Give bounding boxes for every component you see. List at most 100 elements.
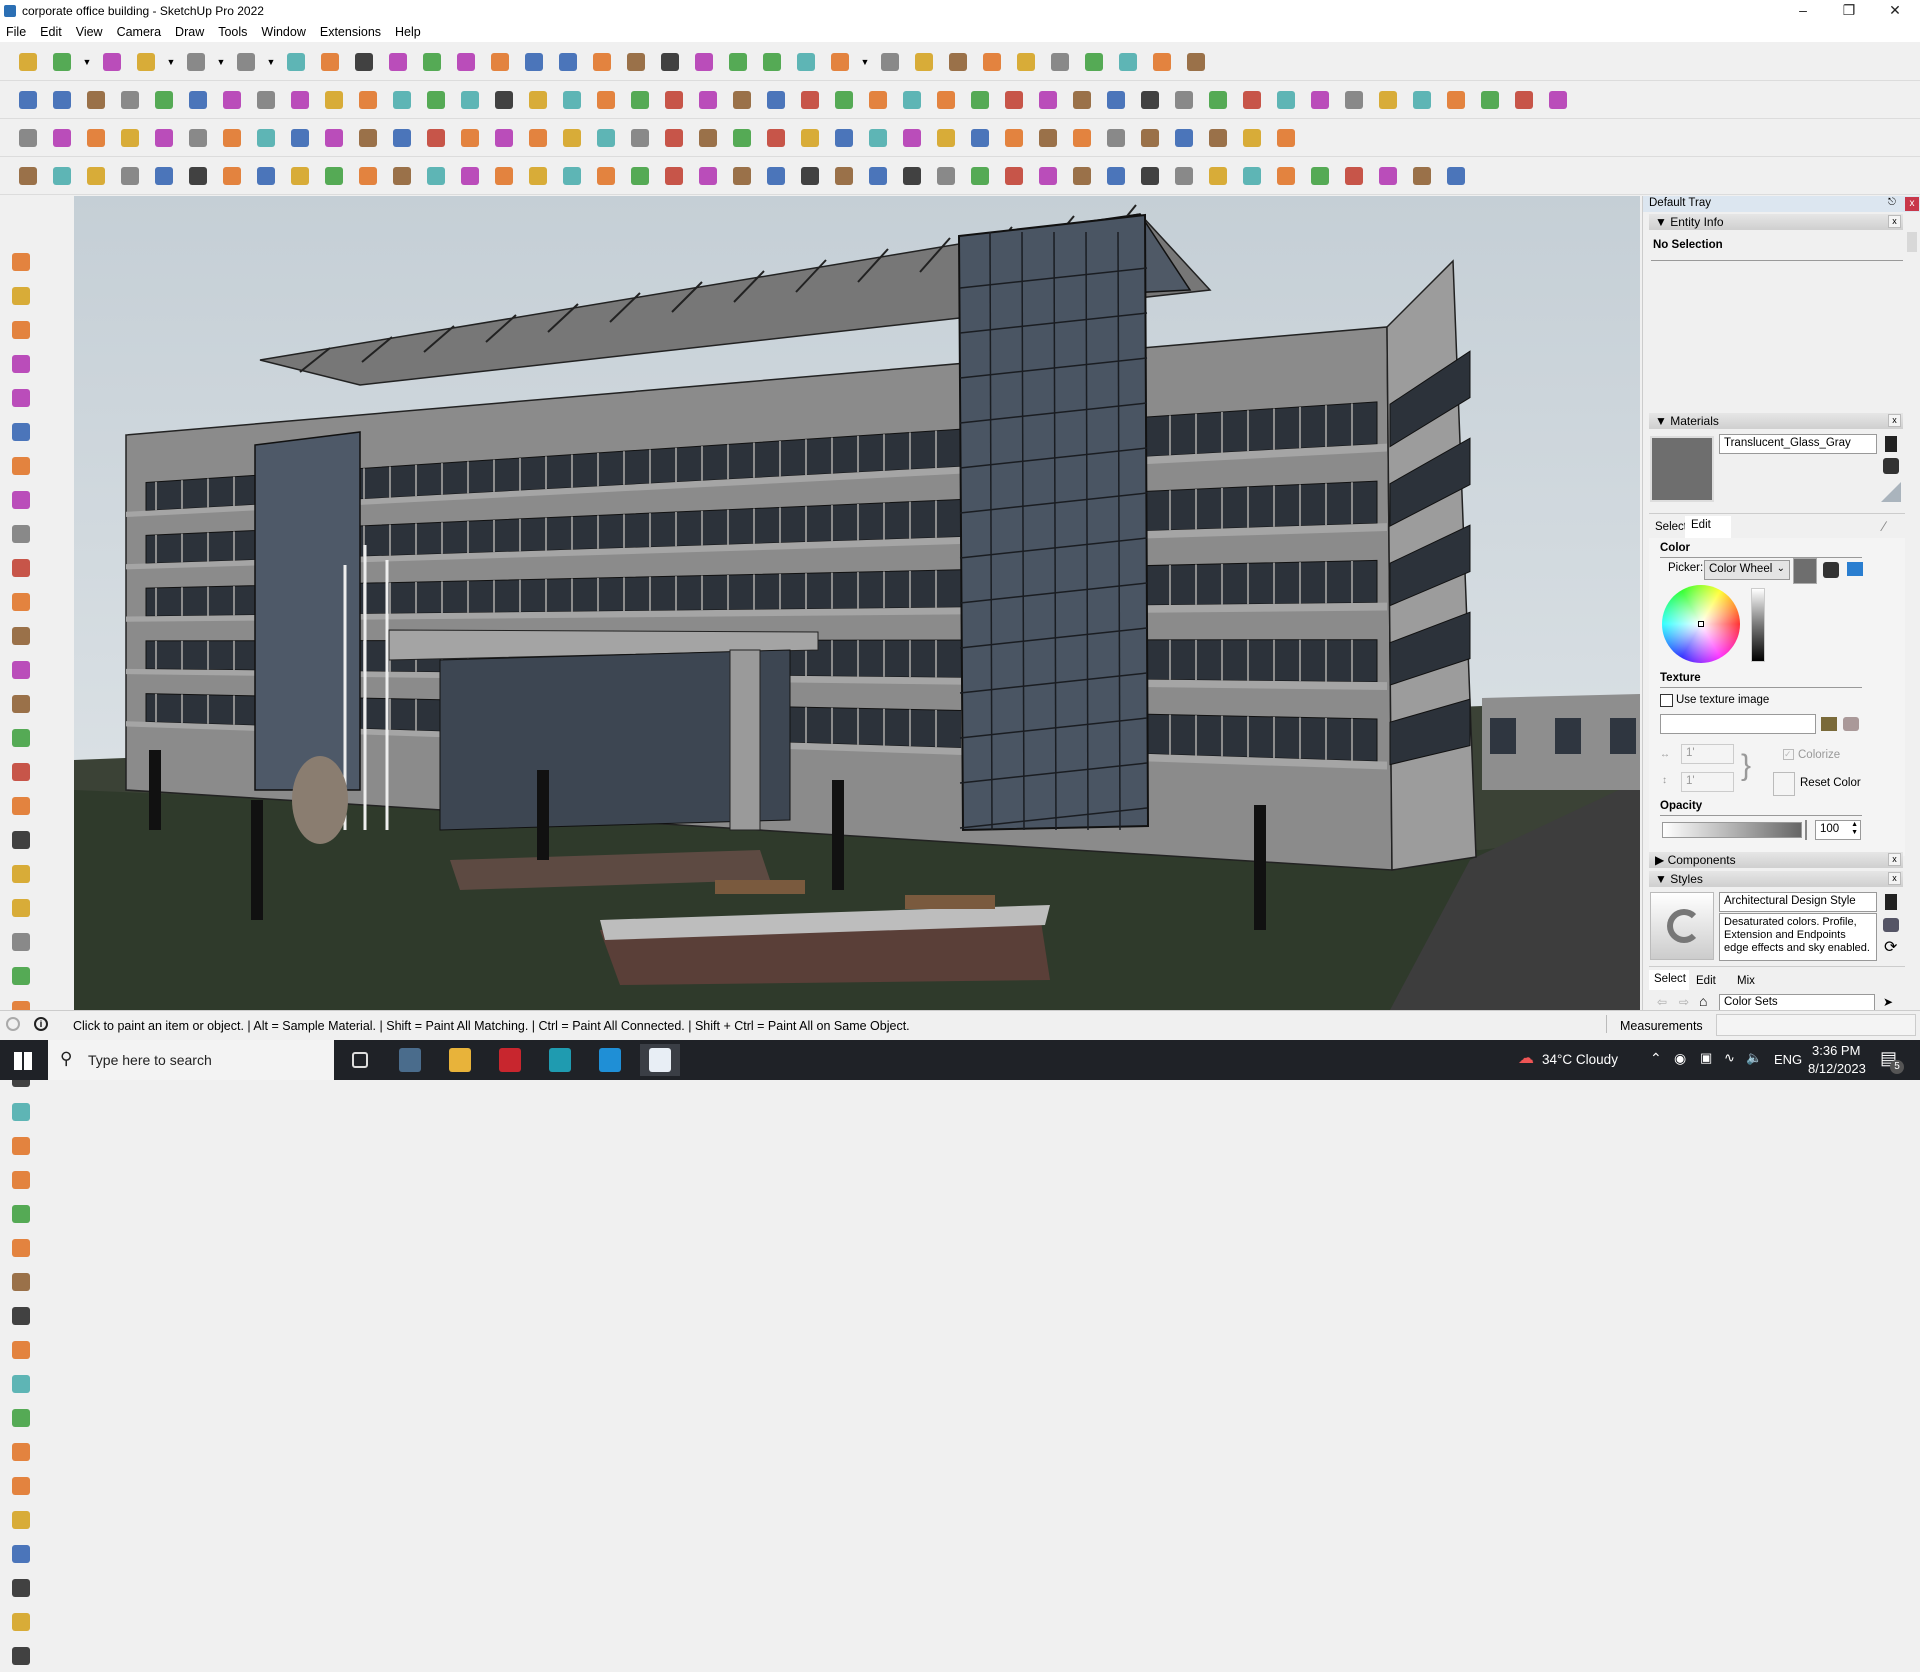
layer-yellow-icon[interactable] xyxy=(82,124,110,152)
reset-color-label[interactable]: Reset Color xyxy=(1800,777,1861,789)
home-icon[interactable]: ⌂ xyxy=(1699,993,1707,1009)
material-name-input[interactable]: Translucent_Glass_Gray xyxy=(1719,434,1877,454)
layer-green-icon[interactable] xyxy=(116,124,144,152)
shape-a-icon[interactable] xyxy=(694,162,722,190)
eraser-pink-icon[interactable] xyxy=(1306,86,1334,114)
pan-icon[interactable] xyxy=(6,1232,36,1264)
grid-orange-2-icon[interactable] xyxy=(1136,124,1164,152)
push-pull-icon[interactable] xyxy=(6,824,36,856)
materials-tab-edit[interactable]: Edit xyxy=(1691,519,1711,531)
entity-info-header[interactable]: ▼ Entity Info x xyxy=(1649,214,1903,230)
edit-texture-icon[interactable] xyxy=(1843,717,1859,731)
pencil-icon[interactable] xyxy=(6,416,36,448)
cross-green-icon[interactable] xyxy=(524,124,552,152)
restore-button[interactable]: ❐ xyxy=(1826,0,1872,22)
section-fill-icon[interactable] xyxy=(6,1606,36,1638)
circle-icon[interactable] xyxy=(6,586,36,618)
windows-start-icon[interactable] xyxy=(14,1052,32,1070)
calculator-app-icon[interactable] xyxy=(390,1044,430,1076)
grid-orange-3-icon[interactable] xyxy=(1170,124,1198,152)
solid-tool-1-icon[interactable] xyxy=(1340,86,1368,114)
rotate-icon[interactable] xyxy=(6,858,36,890)
create-material-icon[interactable] xyxy=(1885,436,1897,452)
rectangle-icon[interactable] xyxy=(6,518,36,550)
ring-2-icon[interactable] xyxy=(728,124,756,152)
shape-8-icon[interactable] xyxy=(1136,86,1164,114)
materials-header[interactable]: ▼ Materials x xyxy=(1649,413,1903,429)
color-wheel[interactable] xyxy=(1662,585,1740,663)
solid-union-icon[interactable] xyxy=(14,86,42,114)
axes-icon[interactable] xyxy=(1046,48,1074,76)
paint-bucket-icon[interactable] xyxy=(6,314,36,346)
block-l-icon[interactable] xyxy=(1340,162,1368,190)
arc-3-icon[interactable] xyxy=(6,722,36,754)
component-red-icon[interactable] xyxy=(932,124,960,152)
joint-push-pull-icon[interactable] xyxy=(150,86,178,114)
minimize-button[interactable]: – xyxy=(1780,0,1826,22)
curl-icon[interactable] xyxy=(864,124,892,152)
edge-app-icon[interactable] xyxy=(590,1044,630,1076)
scale-icon[interactable] xyxy=(6,926,36,958)
close-icon[interactable]: x xyxy=(1888,872,1901,885)
shape-4-icon[interactable] xyxy=(1000,86,1028,114)
text-icon[interactable] xyxy=(486,48,514,76)
geolocation-icon[interactable] xyxy=(6,1017,20,1031)
shape-b-icon[interactable] xyxy=(728,162,756,190)
stair-1-icon[interactable] xyxy=(558,162,586,190)
edge-red-icon[interactable] xyxy=(456,86,484,114)
shape-9-icon[interactable] xyxy=(1170,86,1198,114)
house-4-icon[interactable] xyxy=(694,86,722,114)
loop-icon[interactable] xyxy=(218,124,246,152)
texture-height-input[interactable]: 1' xyxy=(1681,772,1734,792)
offset-icon[interactable] xyxy=(6,960,36,992)
block-e-icon[interactable] xyxy=(1102,162,1130,190)
trimble-connect-icon[interactable] xyxy=(1182,48,1210,76)
zoom-window-icon[interactable] xyxy=(6,1300,36,1332)
move-arrows-icon[interactable] xyxy=(796,124,824,152)
shape-7-icon[interactable] xyxy=(1102,86,1130,114)
circle-dashed-icon[interactable] xyxy=(150,162,178,190)
stair-4-icon[interactable] xyxy=(660,162,688,190)
zoom-window-icon[interactable] xyxy=(656,48,684,76)
stair-3-icon[interactable] xyxy=(626,162,654,190)
block-h-icon[interactable] xyxy=(1204,162,1232,190)
layer-gray-icon[interactable] xyxy=(184,124,212,152)
pie-icon[interactable] xyxy=(6,688,36,720)
window-red-icon[interactable] xyxy=(252,124,280,152)
solid-tool-2-icon[interactable] xyxy=(1374,86,1402,114)
rotate-icon[interactable] xyxy=(384,48,412,76)
move-icon[interactable] xyxy=(350,48,378,76)
aspect-lock-icon[interactable]: } xyxy=(1741,748,1751,784)
label-icon[interactable] xyxy=(830,86,858,114)
extension-warehouse-icon[interactable] xyxy=(910,48,938,76)
stair-2-icon[interactable] xyxy=(592,162,620,190)
shape-d-icon[interactable] xyxy=(796,162,824,190)
measurements-input[interactable] xyxy=(1716,1014,1916,1036)
grid-tool-icon[interactable] xyxy=(1068,124,1096,152)
bend-icon[interactable] xyxy=(218,162,246,190)
block-b-icon[interactable] xyxy=(1000,162,1028,190)
wall-icon[interactable] xyxy=(354,124,382,152)
line-d-icon[interactable] xyxy=(932,162,960,190)
pin-icon[interactable]: ⎋ xyxy=(1888,197,1896,208)
texture-path-input[interactable] xyxy=(1660,714,1816,734)
zoom-icon[interactable] xyxy=(6,1266,36,1298)
match-model-color-icon[interactable] xyxy=(1823,562,1839,578)
hash-tool-icon[interactable] xyxy=(626,124,654,152)
menu-camera[interactable]: Camera xyxy=(117,25,161,39)
model-viewport[interactable] xyxy=(74,196,1640,1010)
scissors-icon[interactable] xyxy=(82,162,110,190)
dropdown-icon[interactable]: ▼ xyxy=(216,48,226,76)
solid-trim-icon[interactable] xyxy=(82,86,110,114)
follow-me-icon[interactable] xyxy=(316,48,344,76)
close-button[interactable]: ✕ xyxy=(1872,0,1918,22)
text-icon[interactable] xyxy=(6,1096,36,1128)
shape-3-icon[interactable] xyxy=(966,86,994,114)
undo-icon[interactable] xyxy=(1114,48,1142,76)
zoom-extents-icon[interactable] xyxy=(6,1334,36,1366)
terrain-icon[interactable] xyxy=(524,86,552,114)
ring-icon[interactable] xyxy=(694,124,722,152)
styles-header[interactable]: ▼ Styles x xyxy=(1649,871,1903,887)
cross-blue-icon[interactable] xyxy=(558,124,586,152)
back-arrow-icon[interactable]: ⇦ xyxy=(1657,995,1667,1009)
